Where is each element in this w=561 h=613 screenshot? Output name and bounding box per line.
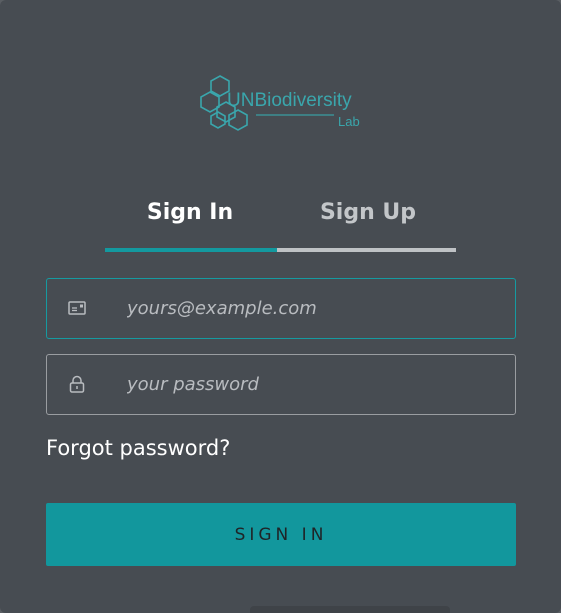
tab-indicator-inactive [277, 248, 456, 252]
unbiodiversity-lab-logo: UNBiodiversity Lab [198, 72, 368, 136]
forgot-password-link[interactable]: Forgot password? [46, 436, 230, 460]
envelope-icon [68, 301, 86, 315]
panel-shadow [250, 606, 450, 613]
password-field [46, 354, 516, 415]
logo-main: Biodiversity [254, 90, 352, 111]
logo-prefix: UN [227, 90, 255, 111]
tab-sign-in[interactable]: Sign In [105, 190, 275, 250]
password-input[interactable] [127, 355, 497, 414]
sign-in-button[interactable]: SIGN IN [46, 503, 516, 566]
lock-icon [69, 375, 85, 393]
auth-tabs: Sign In Sign Up [105, 190, 456, 254]
login-panel: UNBiodiversity Lab Sign In Sign Up Forgo… [0, 0, 561, 613]
tab-sign-up[interactable]: Sign Up [280, 190, 456, 250]
logo-subtitle: Lab [338, 114, 360, 129]
email-input[interactable] [127, 279, 497, 338]
email-field [46, 278, 516, 339]
logo-divider [256, 114, 334, 116]
logo-wordmark: UNBiodiversity [227, 90, 352, 112]
tab-indicator-active [105, 248, 277, 252]
